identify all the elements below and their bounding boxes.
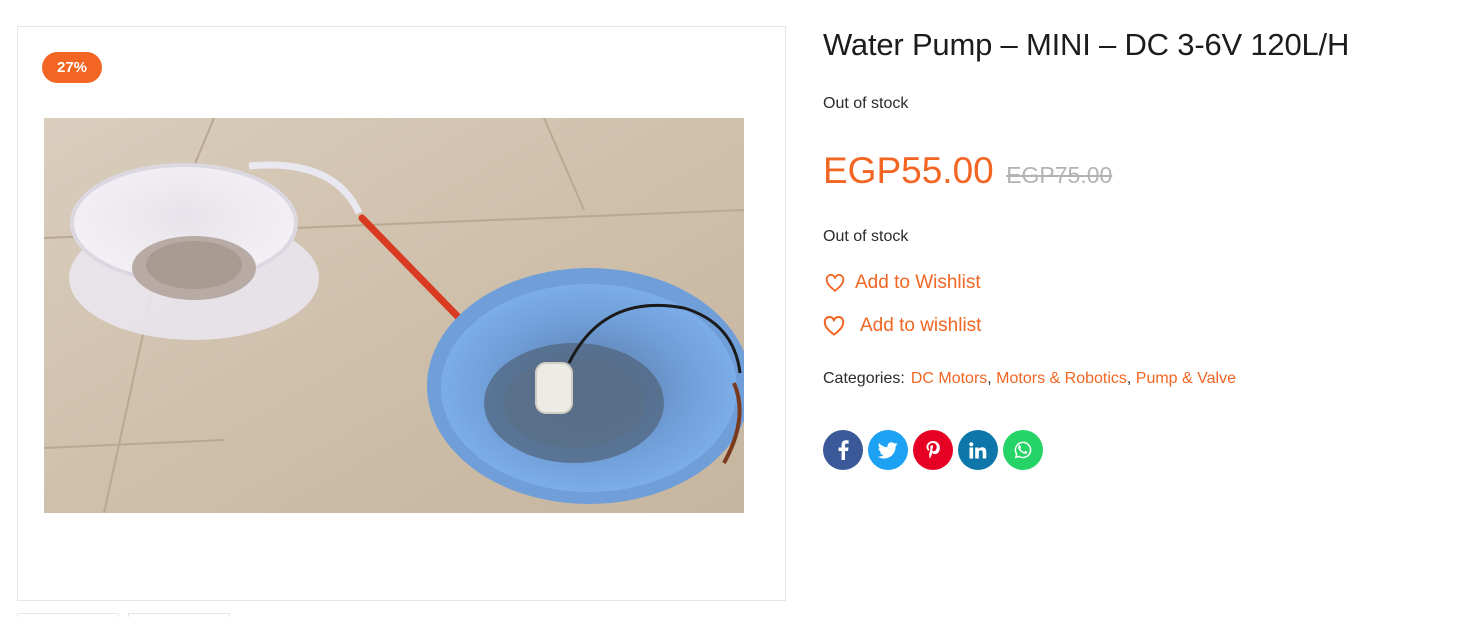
product-price: EGP55.00 EGP75.00: [823, 150, 1112, 192]
gallery-thumbnail[interactable]: [17, 613, 119, 617]
heart-icon: [825, 274, 845, 292]
add-to-wishlist-button[interactable]: Add to Wishlist: [823, 272, 981, 294]
share-whatsapp-button[interactable]: [1003, 430, 1043, 470]
wishlist-label: Add to Wishlist: [855, 272, 981, 293]
wishlist-label: Add to wishlist: [860, 315, 982, 336]
category-link-motors-robotics[interactable]: Motors & Robotics: [996, 370, 1127, 387]
whatsapp-icon: [1013, 440, 1033, 460]
share-twitter-button[interactable]: [868, 430, 908, 470]
heart-icon: [823, 316, 845, 336]
gallery-thumbnail[interactable]: [128, 613, 230, 617]
share-linkedin-button[interactable]: [958, 430, 998, 470]
categories-label: Categories:: [823, 370, 905, 387]
add-to-wishlist-link[interactable]: Add to wishlist: [823, 315, 981, 337]
twitter-icon: [878, 441, 898, 459]
linkedin-icon: [969, 441, 987, 459]
product-title: Water Pump – MINI – DC 3-6V 120L/H: [823, 27, 1350, 62]
product-gallery: 27%: [17, 26, 786, 601]
stock-status: Out of stock: [823, 228, 909, 245]
share-pinterest-button[interactable]: [913, 430, 953, 470]
category-separator: ,: [1126, 370, 1136, 387]
facebook-icon: [837, 440, 849, 460]
original-price: EGP75.00: [1006, 162, 1113, 188]
category-link-dc-motors[interactable]: DC Motors: [911, 370, 987, 387]
category-separator: ,: [987, 370, 997, 387]
product-image[interactable]: [44, 118, 744, 513]
sale-badge: 27%: [42, 52, 103, 83]
category-link-pump-valve[interactable]: Pump & Valve: [1136, 370, 1236, 387]
share-facebook-button[interactable]: [823, 430, 863, 470]
social-share: [823, 430, 1043, 470]
pinterest-icon: [926, 440, 940, 460]
stock-status: Out of stock: [823, 95, 909, 112]
current-price: EGP55.00: [823, 150, 994, 191]
product-categories: Categories: DC Motors, Motors & Robotics,…: [823, 370, 1236, 388]
